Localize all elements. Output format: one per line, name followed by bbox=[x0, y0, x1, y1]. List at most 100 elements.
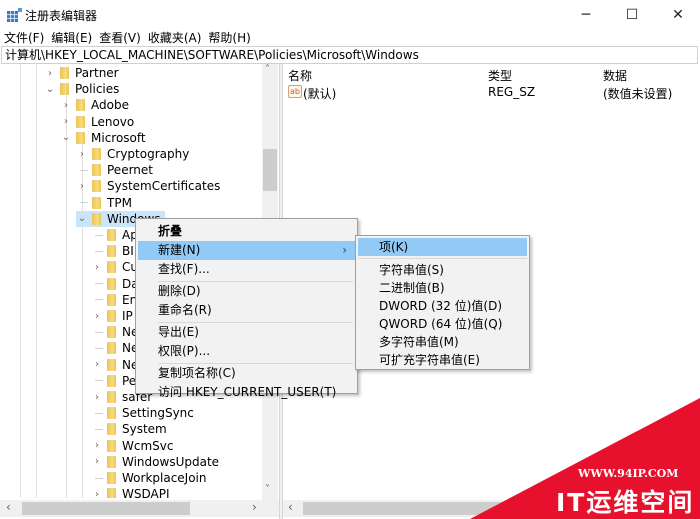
tree-node[interactable]: ⌄ Microsoft bbox=[60, 130, 146, 146]
context-menu-item[interactable]: 查找(F)... bbox=[138, 260, 355, 279]
tree-node[interactable]: Da bbox=[91, 276, 139, 292]
tree-node[interactable]: Peernet bbox=[76, 162, 153, 178]
scroll-down-arrow[interactable]: ˅ bbox=[265, 484, 270, 495]
submenu-item[interactable]: DWORD (32 位)值(D) bbox=[358, 297, 527, 315]
submenu-item[interactable]: 二进制值(B) bbox=[358, 279, 527, 297]
tree-node[interactable]: En bbox=[91, 292, 137, 308]
tree-node[interactable]: TPM bbox=[76, 195, 132, 211]
chevron-right-icon[interactable]: › bbox=[91, 489, 103, 498]
chevron-right-icon[interactable]: › bbox=[76, 181, 88, 192]
context-menu-item[interactable]: 新建(N) › bbox=[138, 241, 355, 260]
tree-node[interactable]: SettingSync bbox=[91, 405, 194, 421]
menu-help[interactable]: 帮助(H) bbox=[204, 29, 253, 47]
address-bar[interactable]: 计算机\HKEY_LOCAL_MACHINE\SOFTWARE\Policies… bbox=[1, 46, 698, 64]
chevron-right-icon[interactable]: › bbox=[91, 440, 103, 451]
chevron-down-icon[interactable]: ⌄ bbox=[60, 132, 72, 143]
chevron-right-icon[interactable]: › bbox=[76, 149, 88, 160]
chevron-right-icon[interactable]: › bbox=[44, 68, 56, 79]
submenu-item[interactable]: 项(K) bbox=[358, 238, 527, 256]
title-bar: 注册表编辑器 ─ ☐ ✕ bbox=[0, 0, 700, 29]
column-header-name[interactable]: 名称 bbox=[288, 67, 312, 84]
context-menu-item[interactable]: 重命名(R) bbox=[138, 301, 355, 320]
column-header-data[interactable]: 数据 bbox=[603, 67, 627, 84]
tree-node[interactable]: › IP bbox=[91, 308, 133, 324]
tree-node-label: WcmSvc bbox=[122, 438, 174, 453]
value-type: REG_SZ bbox=[488, 85, 536, 99]
context-menu-item[interactable]: 复制项名称(C) bbox=[138, 364, 355, 383]
tree-node[interactable]: WorkplaceJoin bbox=[91, 470, 207, 486]
tree-node[interactable]: › Lenovo bbox=[60, 114, 134, 130]
chevron-right-icon[interactable]: › bbox=[91, 359, 103, 370]
tree-node[interactable]: › WcmSvc bbox=[91, 438, 173, 454]
minimize-button[interactable]: ─ bbox=[563, 0, 609, 29]
tree-node-label: IP bbox=[122, 309, 133, 323]
chevron-down-icon[interactable]: ⌄ bbox=[76, 213, 88, 224]
chevron-right-icon[interactable]: › bbox=[91, 262, 103, 273]
folder-icon bbox=[107, 358, 116, 371]
chevron-right-icon[interactable]: › bbox=[91, 392, 103, 403]
folder-icon bbox=[107, 472, 116, 484]
submenu-item[interactable]: QWORD (64 位)值(Q) bbox=[358, 315, 527, 333]
menu-favorites[interactable]: 收藏夹(A) bbox=[144, 29, 205, 47]
value-name[interactable]: (默认) bbox=[303, 85, 336, 102]
tree-line-icon bbox=[95, 250, 103, 252]
tree-node[interactable]: Ne bbox=[91, 340, 138, 356]
scroll-right-arrow[interactable]: › bbox=[252, 500, 257, 514]
tree-node[interactable]: › Cryptography bbox=[76, 146, 189, 162]
chevron-right-icon[interactable]: › bbox=[60, 116, 72, 127]
tree-node[interactable]: Pe bbox=[91, 373, 136, 389]
folder-icon bbox=[107, 245, 116, 258]
chevron-down-icon[interactable]: ⌄ bbox=[44, 84, 56, 95]
chevron-right-icon[interactable]: › bbox=[91, 311, 103, 322]
tree-node[interactable]: › Partner bbox=[44, 65, 119, 81]
tree-node[interactable]: › Cu bbox=[91, 259, 138, 275]
tree-node[interactable]: Ap bbox=[91, 227, 138, 243]
tree-node-label: WSDAPI bbox=[122, 487, 170, 498]
folder-icon bbox=[92, 164, 101, 177]
tree-node[interactable]: Ne bbox=[91, 324, 138, 340]
new-submenu: 项(K) 字符串值(S) 二进制值(B) DWORD (32 位)值(D) QWORD … bbox=[355, 235, 530, 370]
tree-node[interactable]: ⌄ Policies bbox=[44, 81, 120, 97]
context-menu-item[interactable]: 折叠 bbox=[138, 222, 355, 241]
menu-view[interactable]: 查看(V) bbox=[95, 29, 144, 47]
submenu-item[interactable]: 多字符串值(M) bbox=[358, 333, 527, 351]
folder-icon bbox=[60, 67, 69, 79]
tree-node[interactable]: BI bbox=[91, 243, 134, 259]
tree-node[interactable]: System bbox=[91, 421, 167, 437]
submenu-arrow-icon: › bbox=[342, 243, 347, 257]
scroll-left-arrow[interactable]: ‹ bbox=[6, 500, 11, 514]
context-menu-item-label: 复制项名称(C) bbox=[158, 366, 236, 380]
menu-file[interactable]: 文件(F) bbox=[0, 29, 47, 47]
submenu-item[interactable]: 可扩充字符串值(E) bbox=[358, 351, 527, 369]
folder-icon bbox=[107, 455, 116, 468]
column-header-type[interactable]: 类型 bbox=[488, 67, 512, 84]
tree-node[interactable]: › WSDAPI bbox=[91, 486, 170, 498]
tree-node[interactable]: › SystemCertificates bbox=[76, 178, 220, 194]
context-menu-item[interactable]: 导出(E) bbox=[138, 323, 355, 342]
folder-icon bbox=[107, 423, 116, 436]
watermark-name: IT运维空间 bbox=[556, 488, 695, 517]
tree-node-label: WorkplaceJoin bbox=[122, 471, 207, 485]
maximize-button[interactable]: ☐ bbox=[609, 0, 655, 29]
list-scroll-left-arrow[interactable]: ‹ bbox=[288, 500, 293, 514]
context-menu-item[interactable]: 访问 HKEY_CURRENT_USER(T) bbox=[138, 383, 355, 402]
tree-node-label: Cryptography bbox=[107, 147, 190, 161]
string-value-icon: ab bbox=[288, 85, 302, 98]
context-menu-item[interactable]: 删除(D) bbox=[138, 282, 355, 301]
tree-node[interactable]: › Adobe bbox=[60, 97, 129, 113]
context-menu-item[interactable]: 权限(P)... bbox=[138, 342, 355, 361]
tree-horizontal-scroll-thumb[interactable] bbox=[22, 502, 190, 515]
submenu-item[interactable]: 字符串值(S) bbox=[358, 261, 527, 279]
chevron-right-icon[interactable]: › bbox=[60, 100, 72, 111]
close-button[interactable]: ✕ bbox=[655, 0, 700, 29]
tree-node-label: Partner bbox=[75, 66, 119, 80]
scroll-up-arrow[interactable]: ˄ bbox=[265, 64, 270, 75]
menu-edit[interactable]: 编辑(E) bbox=[47, 29, 95, 47]
tree-node[interactable]: › WindowsUpdate bbox=[91, 454, 219, 470]
tree-vertical-scroll-thumb[interactable] bbox=[263, 149, 277, 191]
chevron-right-icon[interactable]: › bbox=[91, 456, 103, 467]
tree-node-label: Peernet bbox=[107, 163, 153, 178]
tree-node-label: Adobe bbox=[91, 98, 129, 113]
folder-icon bbox=[92, 180, 101, 193]
tree-node[interactable]: › Ne bbox=[91, 357, 138, 373]
